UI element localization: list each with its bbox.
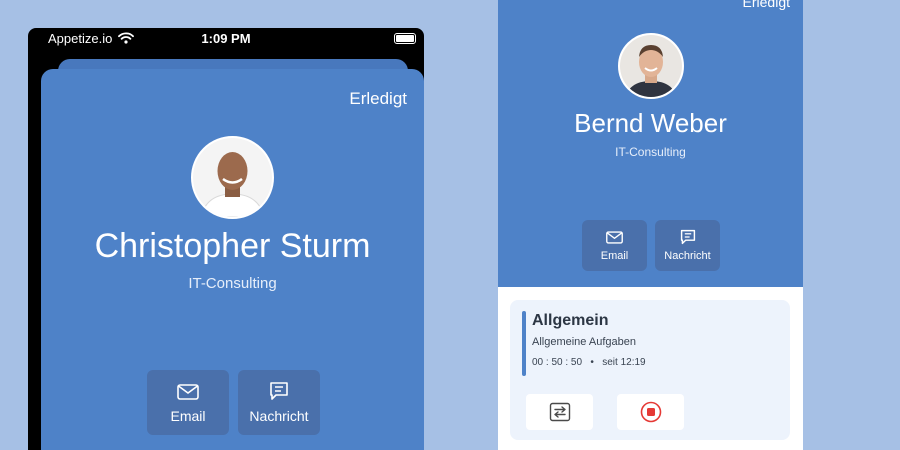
status-bar: Appetize.io 1:09 PM (28, 28, 424, 50)
contact-header: Erledigt Bernd Weber IT-Consulting Email (498, 0, 803, 287)
email-button[interactable]: Email (582, 220, 647, 271)
email-button-label: Email (170, 408, 206, 424)
battery-icon (394, 33, 416, 44)
task-since: seit 12:19 (602, 357, 646, 368)
mail-icon (582, 229, 647, 246)
done-button[interactable]: Erledigt (349, 89, 407, 109)
stop-icon (640, 401, 661, 423)
contact-department: IT-Consulting (188, 275, 277, 292)
task-card[interactable]: Allgemein Allgemeine Aufgaben 00 : 50 : … (510, 300, 790, 440)
switch-icon (549, 402, 570, 422)
task-title: Allgemein (532, 312, 609, 329)
done-button[interactable]: Erledigt (743, 0, 790, 10)
contact-sheet: Erledigt Christopher Sturm IT-Consulting… (41, 69, 424, 450)
message-button-label: Nachricht (664, 250, 711, 262)
status-time: 1:09 PM (201, 31, 251, 46)
task-separator: • (590, 357, 594, 368)
task-accent-bar (522, 311, 526, 376)
switch-task-button[interactable] (526, 394, 593, 430)
stop-timer-button[interactable] (617, 394, 684, 430)
message-button-label: Nachricht (249, 408, 309, 424)
contact-name: Christopher Sturm (94, 227, 371, 265)
message-button[interactable]: Nachricht (655, 220, 720, 271)
email-button-label: Email (600, 250, 629, 262)
task-meta: 00 : 50 : 50 • seit 12:19 (532, 357, 646, 368)
task-duration: 00 : 50 : 50 (532, 357, 583, 368)
mail-icon (147, 381, 229, 403)
message-icon (655, 229, 720, 246)
left-phone-screen: Appetize.io 1:09 PM Erledigt Christopher… (28, 28, 424, 450)
contact-department: IT-Consulting (615, 145, 686, 159)
avatar (191, 136, 274, 219)
email-button[interactable]: Email (147, 370, 229, 435)
task-subtitle: Allgemeine Aufgaben (532, 336, 636, 348)
contact-name: Bernd Weber (574, 108, 727, 138)
message-icon (238, 381, 320, 403)
right-phone-screen: Erledigt Bernd Weber IT-Consulting Email (498, 0, 803, 450)
message-button[interactable]: Nachricht (238, 370, 320, 435)
avatar (618, 33, 684, 99)
